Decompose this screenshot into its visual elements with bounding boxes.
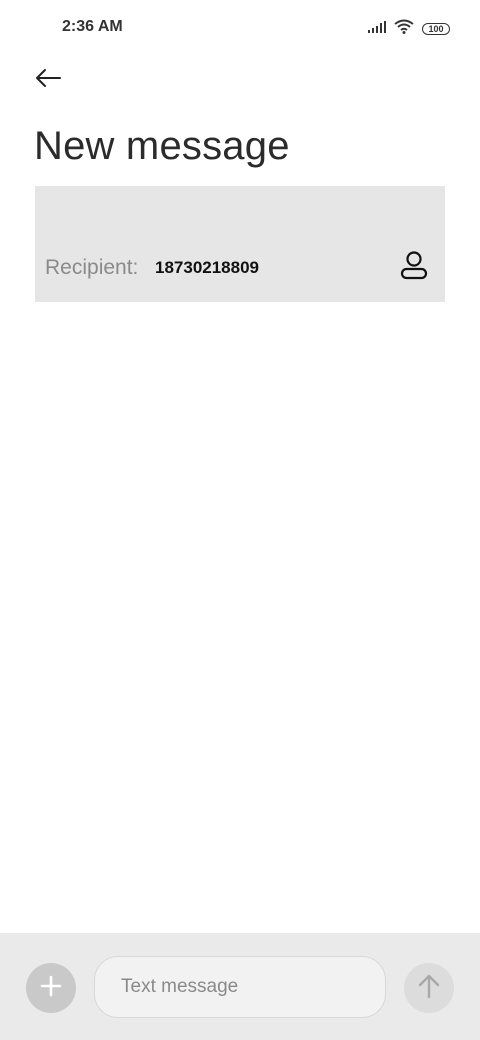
contact-picker-button[interactable] [399,250,429,284]
recipient-number[interactable]: 18730218809 [155,258,259,278]
message-input[interactable] [94,956,386,1018]
recipient-field[interactable]: Recipient: 18730218809 [35,186,445,302]
signal-icon [368,20,386,38]
wifi-icon [394,19,414,39]
send-button[interactable] [404,963,454,1013]
status-icons: 100 [368,19,450,39]
plus-icon [40,975,62,1002]
battery-icon: 100 [422,23,450,35]
composer-bar [0,933,480,1040]
page-title: New message [34,124,290,168]
back-button[interactable] [30,64,66,96]
person-icon [400,250,428,285]
status-time: 2:36 AM [62,18,123,35]
status-bar: 2:36 AM 100 [0,0,480,56]
add-attachment-button[interactable] [26,963,76,1013]
recipient-label: Recipient: [45,256,139,279]
battery-level: 100 [428,24,444,34]
arrow-left-icon [34,68,62,93]
arrow-up-icon [418,973,440,1004]
